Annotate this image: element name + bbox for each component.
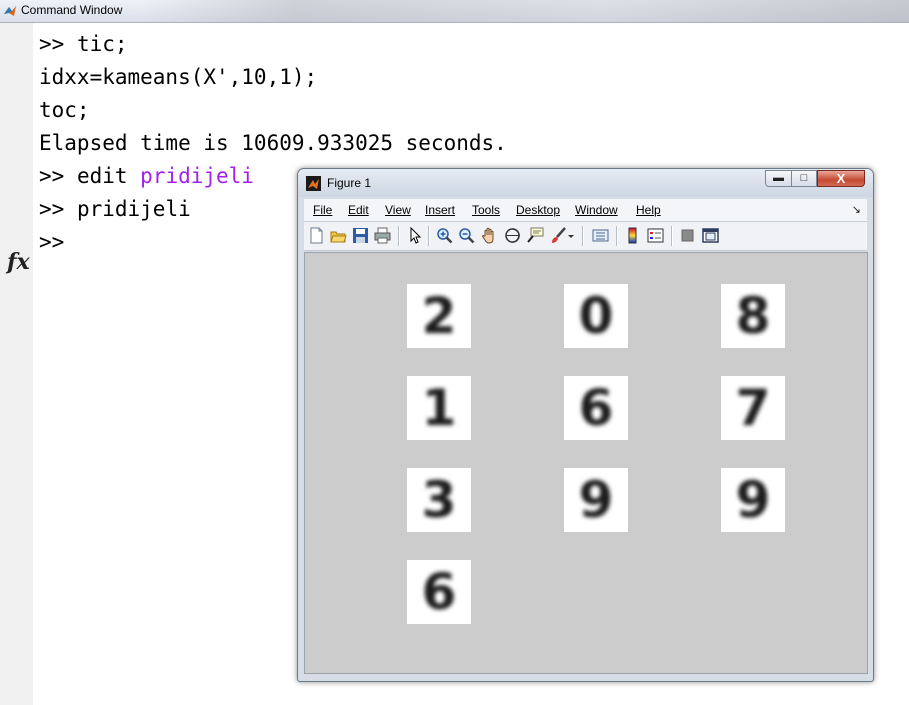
function-browser-icon[interactable]: fx — [7, 249, 30, 275]
figure-toolbar — [304, 222, 867, 251]
menu-file[interactable]: File — [313, 203, 332, 217]
figure-window[interactable]: Figure 1 ▬ □ X File Edit View Insert Too… — [297, 168, 874, 682]
toolbar-separator — [398, 226, 400, 246]
digit-image: 3 — [407, 468, 471, 532]
print-icon[interactable] — [374, 227, 391, 244]
close-icon: X — [836, 171, 846, 186]
zoom-out-icon[interactable] — [458, 227, 475, 244]
command-window-title: Command Window — [21, 3, 123, 17]
legend-icon[interactable] — [647, 227, 664, 244]
pan-icon[interactable] — [481, 227, 498, 244]
menu-window[interactable]: Window — [575, 203, 618, 217]
command-line: >> tic; — [39, 32, 128, 56]
command-line: >> pridijeli — [39, 197, 191, 221]
toolbar-separator — [582, 226, 584, 246]
show-plot-tools-icon[interactable] — [702, 227, 719, 244]
figure-title: Figure 1 — [327, 176, 372, 190]
command-gutter: fx — [0, 23, 33, 705]
digit-image: 7 — [721, 376, 785, 440]
matlab-figure-icon — [306, 176, 321, 191]
zoom-in-icon[interactable] — [436, 227, 453, 244]
menu-dock-arrow-icon[interactable]: ↘ — [852, 203, 861, 216]
menu-view[interactable]: View — [385, 203, 411, 217]
new-figure-icon[interactable] — [308, 227, 325, 244]
digit-image: 8 — [721, 284, 785, 348]
command-line: >> edit pridijeli — [39, 164, 254, 188]
brush-icon[interactable] — [550, 227, 567, 244]
digit-image: 6 — [407, 560, 471, 624]
command-output: Elapsed time is 10609.933025 seconds. — [39, 131, 507, 155]
brush-dropdown-icon[interactable] — [566, 227, 576, 244]
pointer-icon[interactable] — [406, 227, 423, 244]
maximize-icon: □ — [800, 172, 808, 184]
command-prompt[interactable]: >> — [39, 230, 64, 254]
digit-image: 1 — [407, 376, 471, 440]
digit-image: 2 — [407, 284, 471, 348]
menu-edit[interactable]: Edit — [348, 203, 369, 217]
menu-insert[interactable]: Insert — [425, 203, 455, 217]
minimize-button[interactable]: ▬ — [765, 170, 792, 187]
save-icon[interactable] — [352, 227, 369, 244]
matlab-icon — [4, 6, 16, 16]
figure-titlebar[interactable]: Figure 1 ▬ □ X — [298, 169, 873, 197]
figure-menubar: File Edit View Insert Tools Desktop Wind… — [304, 199, 867, 222]
link-plot-icon[interactable] — [592, 227, 609, 244]
minimize-icon: ▬ — [773, 172, 784, 184]
command-argument: pridijeli — [140, 164, 254, 188]
digit-image: 0 — [564, 284, 628, 348]
toolbar-separator — [671, 226, 673, 246]
rotate-3d-icon[interactable] — [504, 227, 521, 244]
menu-desktop[interactable]: Desktop — [516, 203, 560, 217]
titlebar-background — [140, 0, 909, 22]
maximize-button[interactable]: □ — [791, 170, 817, 187]
colorbar-icon[interactable] — [624, 227, 641, 244]
menu-tools[interactable]: Tools — [472, 203, 500, 217]
figure-plot-area[interactable]: 2 0 8 1 6 7 3 9 9 6 — [304, 252, 868, 674]
digit-image: 6 — [564, 376, 628, 440]
toolbar-separator — [428, 226, 430, 246]
open-file-icon[interactable] — [330, 227, 347, 244]
digit-image: 9 — [721, 468, 785, 532]
digit-image: 9 — [564, 468, 628, 532]
data-cursor-icon[interactable] — [527, 227, 544, 244]
close-button[interactable]: X — [817, 170, 865, 187]
toolbar-separator — [616, 226, 618, 246]
command-line: toc; — [39, 98, 90, 122]
hide-plot-tools-icon[interactable] — [679, 227, 696, 244]
command-line: idxx=kameans(X',10,1); — [39, 65, 318, 89]
command-window-titlebar: Command Window — [0, 0, 909, 23]
menu-help[interactable]: Help — [636, 203, 661, 217]
